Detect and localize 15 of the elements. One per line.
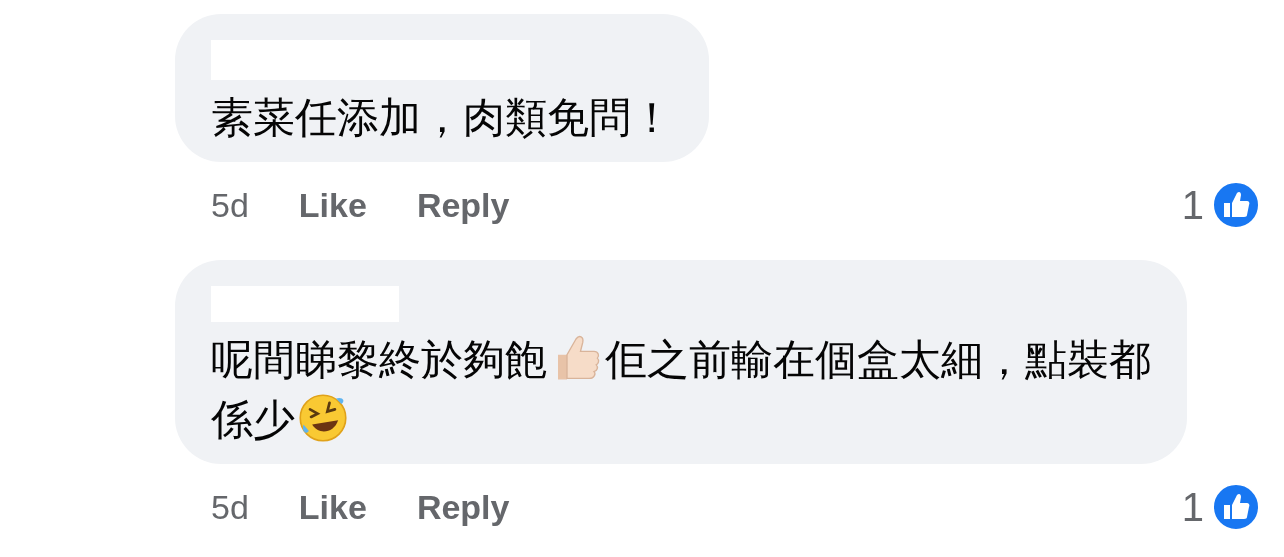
reply-link[interactable]: Reply	[416, 481, 510, 533]
comment-time: 5d	[211, 184, 249, 226]
like-link[interactable]: Like	[298, 179, 367, 231]
comment-text: 素菜任添加，肉類免問！	[211, 94, 673, 141]
comment-time: 5d	[211, 486, 249, 528]
comment-text: 呢間睇黎終於夠飽	[211, 336, 547, 383]
reaction-count: 1	[1181, 484, 1204, 531]
reaction-count: 1	[1181, 182, 1204, 229]
laughing-emoji-icon	[297, 392, 349, 444]
reply-link[interactable]: Reply	[416, 179, 510, 231]
like-link[interactable]: Like	[298, 481, 367, 533]
comment-text: 佢之前輸在個盒太細，點裝都	[605, 336, 1151, 383]
like-reaction-icon	[1212, 483, 1260, 531]
like-reaction-icon	[1212, 181, 1260, 229]
comment-text: 係少	[211, 396, 295, 443]
